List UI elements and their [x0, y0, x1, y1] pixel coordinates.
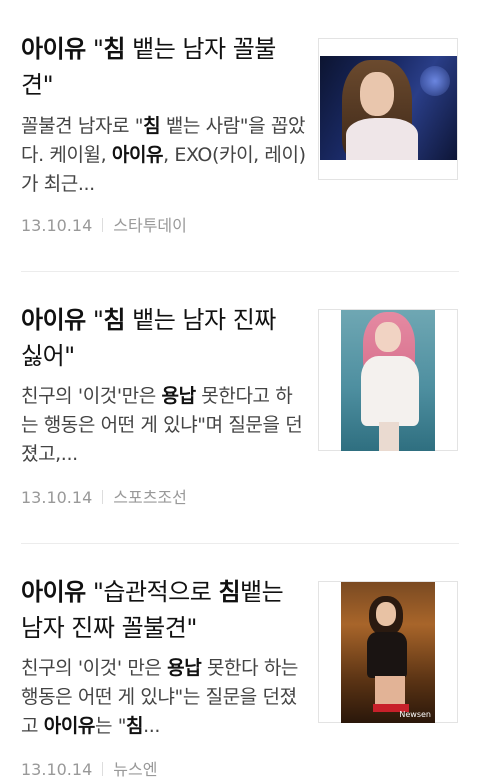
- article-meta: 13.10.14 스타투데이: [21, 212, 187, 236]
- article-date: 13.10.14: [21, 488, 93, 507]
- snippet-text: 는 ": [94, 715, 127, 737]
- article-source[interactable]: 뉴스엔: [113, 760, 157, 779]
- title-highlight: 침: [218, 578, 241, 606]
- snippet-highlight: 아이유: [43, 715, 96, 737]
- article-snippet: 친구의 '이것'만은 용납 못한다고 하는 행동은 어떤 게 있냐"며 질문을 …: [21, 382, 306, 469]
- thumbnail-photo-singer-on-stage: [320, 56, 457, 160]
- snippet-text: 꼴불견 남자로 ": [21, 115, 144, 137]
- snippet-text: 친구의 '이것'만은: [21, 385, 162, 407]
- title-highlight: 침: [103, 35, 126, 63]
- article-meta: 13.10.14 스포츠조선: [21, 484, 187, 508]
- divider: [21, 543, 459, 544]
- article-thumbnail[interactable]: [318, 38, 458, 180]
- meta-separator: [102, 490, 104, 504]
- article-date: 13.10.14: [21, 216, 93, 235]
- divider: [21, 271, 459, 272]
- article-snippet: 꼴불견 남자로 "침 뱉는 사람"을 꼽았다. 케이윌, 아이유, EXO(카이…: [21, 112, 306, 199]
- article-title[interactable]: 아이유 "침 뱉는 남자 꼴불견": [21, 31, 296, 103]
- article-thumbnail[interactable]: Newsen: [318, 581, 458, 723]
- article-thumbnail[interactable]: [318, 309, 458, 451]
- meta-separator: [102, 218, 104, 232]
- watermark: Newsen: [399, 710, 431, 719]
- article-title[interactable]: 아이유 "침 뱉는 남자 진짜 싫어": [21, 302, 296, 374]
- snippet-highlight: 침: [143, 115, 161, 137]
- snippet-text: 친구의 '이것' 만은: [21, 657, 168, 679]
- snippet-highlight: 용납: [161, 385, 197, 407]
- meta-separator: [102, 762, 104, 776]
- thumbnail-photo-seated-on-stage: Newsen: [341, 582, 435, 723]
- title-text: ": [85, 35, 104, 63]
- article-title[interactable]: 아이유 "습관적으로 침뱉는 남자 진짜 꼴불견": [21, 574, 296, 646]
- title-text: "습관적으로: [85, 578, 219, 606]
- article-meta: 13.10.14 뉴스엔: [21, 756, 157, 780]
- snippet-highlight: 침: [126, 715, 144, 737]
- article-snippet: 친구의 '이것' 만은 용납 못한다 하는 행동은 어떤 게 있냐"는 질문을 …: [21, 654, 306, 741]
- title-highlight: 아이유: [21, 35, 86, 63]
- thumbnail-photo-pink-hair-white-dress: [341, 310, 435, 451]
- title-highlight: 침: [103, 306, 126, 334]
- article-source[interactable]: 스포츠조선: [113, 488, 187, 507]
- title-highlight: 아이유: [21, 306, 86, 334]
- article-source[interactable]: 스타투데이: [113, 216, 187, 235]
- snippet-highlight: 아이유: [111, 144, 164, 166]
- snippet-text: ...: [143, 715, 161, 737]
- title-text: ": [85, 306, 104, 334]
- news-feed: 아이유 "침 뱉는 남자 꼴불견" 꼴불견 남자로 "침 뱉는 사람"을 꼽았다…: [0, 0, 480, 779]
- article-date: 13.10.14: [21, 760, 93, 779]
- snippet-highlight: 용납: [167, 657, 202, 679]
- title-highlight: 아이유: [21, 578, 86, 606]
